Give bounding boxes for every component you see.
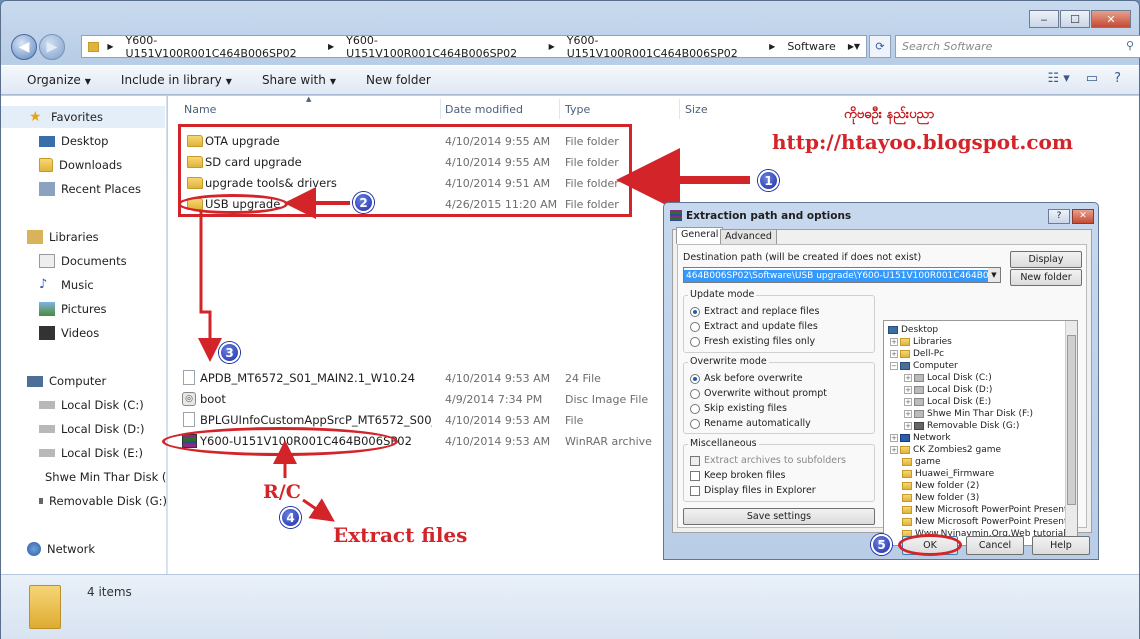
watermark-url: http://htayoo.blogspot.com xyxy=(772,130,1074,154)
option-label: Fresh existing files only xyxy=(704,336,816,347)
save-settings-button[interactable]: Save settings xyxy=(683,508,875,525)
overwrite-mode-group: Overwrite mode Ask before overwrite Over… xyxy=(683,356,875,434)
tree-item[interactable]: New Microsoft PowerPoint Presentation xyxy=(902,504,1078,516)
tree-item[interactable]: + Local Disk (D:) xyxy=(904,384,992,396)
tree-item[interactable]: game xyxy=(902,456,941,468)
destination-path-input[interactable]: 464B006SP02\Software\USB upgrade\Y600-U1… xyxy=(683,267,1001,283)
tree-item[interactable]: + Dell-Pc xyxy=(890,348,944,360)
radio-rename[interactable]: Rename automatically xyxy=(690,418,811,429)
tree-item[interactable]: + Shwe Min Thar Disk (F:) xyxy=(904,408,1033,420)
tab-advanced[interactable]: Advanced xyxy=(720,229,777,244)
tree-label: Removable Disk (G:) xyxy=(927,421,1020,431)
dialog-title: Extraction path and options xyxy=(686,210,852,222)
radio-ask-before[interactable]: Ask before overwrite xyxy=(690,373,803,384)
destination-label: Destination path (will be created if doe… xyxy=(683,252,922,263)
tree-item[interactable]: + Network xyxy=(890,432,951,444)
radio-extract-replace[interactable]: Extract and replace files xyxy=(690,306,819,317)
tree-item[interactable]: + Removable Disk (G:) xyxy=(904,420,1019,432)
update-mode-group: Update mode Extract and replace files Ex… xyxy=(683,289,875,353)
step-badge: 3 xyxy=(219,342,240,363)
option-label: Display files in Explorer xyxy=(704,485,816,496)
watermark-myanmar: ကိုဗဓဦး နည်းပညာ xyxy=(844,107,935,122)
tree-label: Shwe Min Thar Disk (F:) xyxy=(927,409,1034,419)
folder-tree[interactable]: Desktop + Libraries + Dell-Pc − Computer + L… xyxy=(883,320,1078,546)
step-badge: 5 xyxy=(871,534,892,555)
tree-item[interactable]: New Microsoft PowerPoint Presentation xyxy=(902,516,1078,528)
group-title: Overwrite mode xyxy=(688,356,769,367)
dialog-help-button[interactable]: ? xyxy=(1048,209,1070,224)
step-badge: 2 xyxy=(353,192,374,213)
radio-fresh-existing[interactable]: Fresh existing files only xyxy=(690,336,815,347)
scrollbar-thumb[interactable] xyxy=(1067,335,1076,505)
tree-label: Libraries xyxy=(913,337,952,347)
group-title: Miscellaneous xyxy=(688,438,759,449)
highlight-ellipse xyxy=(898,534,962,556)
option-label: Overwrite without prompt xyxy=(704,388,828,399)
step-badge: 1 xyxy=(758,170,779,191)
tab-general[interactable]: General xyxy=(676,227,724,244)
arrow-3 xyxy=(198,212,222,362)
radio-overwrite[interactable]: Overwrite without prompt xyxy=(690,388,827,399)
tree-label: New Microsoft PowerPoint Presentation xyxy=(915,517,1078,527)
tree-item[interactable]: Desktop xyxy=(888,324,938,336)
chevron-down-icon[interactable]: ▼ xyxy=(988,268,1000,282)
tree-item[interactable]: + Libraries xyxy=(890,336,952,348)
cancel-button[interactable]: Cancel xyxy=(966,536,1024,555)
tree-item[interactable]: + Local Disk (E:) xyxy=(904,396,991,408)
extract-files-label: Extract files xyxy=(333,523,468,547)
checkbox-extract-subfolders[interactable]: Extract archives to subfolders xyxy=(690,455,846,466)
help-button[interactable]: Help xyxy=(1032,536,1090,555)
tree-item[interactable]: + CK Zombies2 game xyxy=(890,444,1001,456)
right-click-label: R/C xyxy=(263,481,301,503)
tree-label: Local Disk (C:) xyxy=(927,373,992,383)
tree-label: New Microsoft PowerPoint Presentation xyxy=(915,505,1078,515)
tree-item[interactable]: + Local Disk (C:) xyxy=(904,372,992,384)
option-label: Rename automatically xyxy=(704,418,811,429)
option-label: Ask before overwrite xyxy=(704,373,803,384)
checkbox-keep-broken[interactable]: Keep broken files xyxy=(690,470,786,481)
tree-scrollbar[interactable] xyxy=(1065,321,1077,545)
tree-label: Local Disk (E:) xyxy=(927,397,992,407)
tree-item[interactable]: − Computer xyxy=(890,360,958,372)
dialog-close-button[interactable]: ✕ xyxy=(1072,209,1094,224)
tree-item[interactable]: Huawei_Firmware xyxy=(902,468,994,480)
dialog-body: General Advanced Destination path (will … xyxy=(672,227,1092,546)
radio-extract-update[interactable]: Extract and update files xyxy=(690,321,818,332)
tree-label: Local Disk (D:) xyxy=(927,385,993,395)
tree-label: Desktop xyxy=(901,325,939,335)
display-button[interactable]: Display xyxy=(1010,251,1082,268)
option-label: Extract archives to subfolders xyxy=(704,455,846,466)
tree-label: New folder (2) xyxy=(915,481,980,491)
winrar-icon xyxy=(670,210,682,221)
tree-item[interactable]: New folder (2) xyxy=(902,480,979,492)
destination-path-value: 464B006SP02\Software\USB upgrade\Y600-U1… xyxy=(684,270,1000,282)
general-tab-panel: Destination path (will be created if doe… xyxy=(677,244,1087,546)
tree-label: Dell-Pc xyxy=(913,349,945,359)
group-title: Update mode xyxy=(688,289,757,300)
tree-label: Computer xyxy=(913,361,958,371)
radio-skip-existing[interactable]: Skip existing files xyxy=(690,403,787,414)
extraction-dialog: Extraction path and options ? ✕ General … xyxy=(663,202,1099,560)
arrow-extract xyxy=(302,498,335,522)
tree-label: Huawei_Firmware xyxy=(915,469,995,479)
checkbox-display-explorer[interactable]: Display files in Explorer xyxy=(690,485,816,496)
tree-label: CK Zombies2 game xyxy=(913,445,1002,455)
step-badge: 4 xyxy=(280,507,301,528)
tree-label: Network xyxy=(913,433,951,443)
option-label: Extract and update files xyxy=(704,321,818,332)
option-label: Extract and replace files xyxy=(704,306,820,317)
option-label: Skip existing files xyxy=(704,403,787,414)
option-label: Keep broken files xyxy=(704,470,786,481)
miscellaneous-group: Miscellaneous Extract archives to subfol… xyxy=(683,438,875,502)
tree-item[interactable]: New folder (3) xyxy=(902,492,979,504)
tree-label: game xyxy=(915,457,941,467)
tree-label: New folder (3) xyxy=(915,493,980,503)
new-folder-button[interactable]: New folder xyxy=(1010,269,1082,286)
